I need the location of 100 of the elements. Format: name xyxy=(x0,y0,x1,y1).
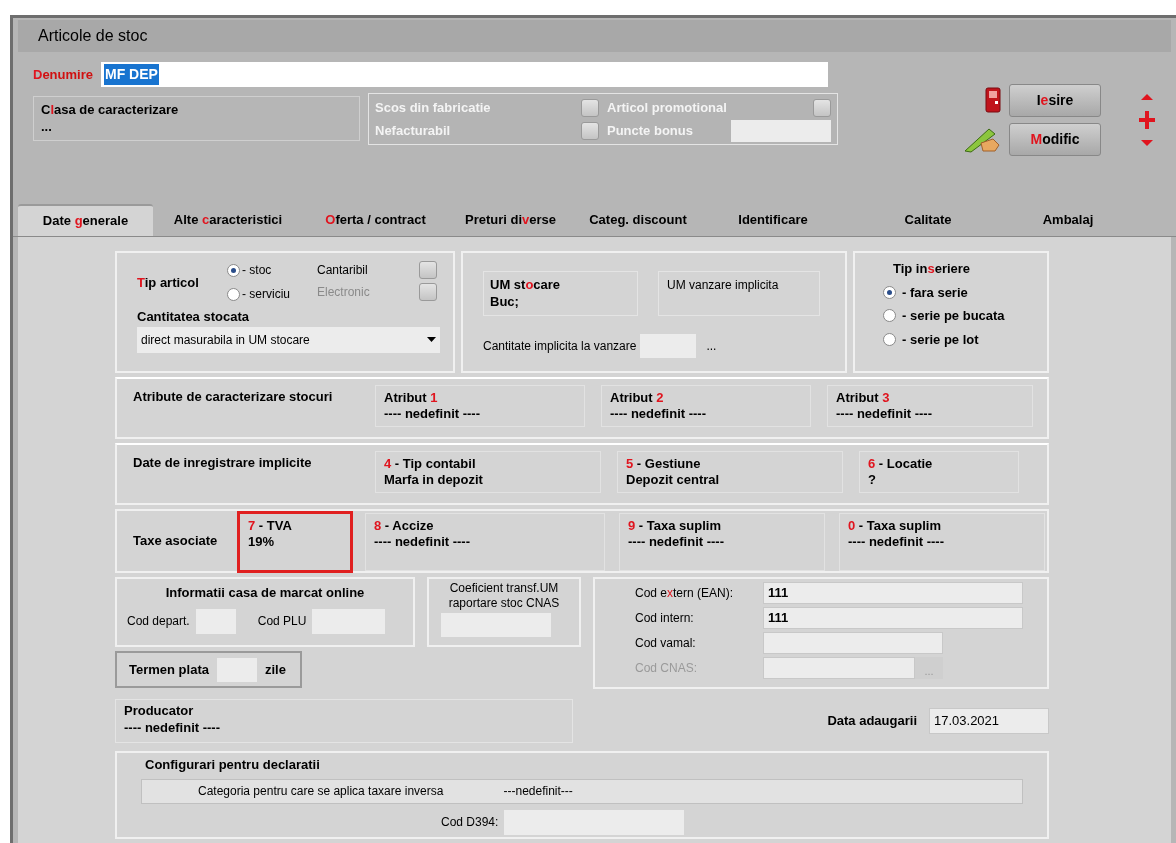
flag-label: Nefacturabil xyxy=(375,121,451,140)
info-value: Buc; xyxy=(490,293,520,310)
checkbox[interactable] xyxy=(813,98,831,117)
tab[interactable]: Date generale xyxy=(18,204,153,236)
coefficient-field[interactable] xyxy=(441,613,551,637)
info-box[interactable]: 7 - TVA 19% xyxy=(237,511,353,573)
days-field[interactable] xyxy=(216,657,257,682)
toolbar-button[interactable]: Modific xyxy=(1009,122,1101,156)
field-label: Termen plata xyxy=(129,660,209,679)
checkbox[interactable] xyxy=(581,98,599,117)
info-value: ---- nedefinit ---- xyxy=(374,534,472,550)
info-label: 0 - Taxa suplim xyxy=(848,518,942,534)
flag-label: Electronic xyxy=(317,284,370,301)
door-icon xyxy=(985,87,1001,113)
info-value: ? xyxy=(868,472,877,488)
quantity-field[interactable] xyxy=(640,334,697,358)
code-field[interactable] xyxy=(763,657,915,679)
code-field[interactable]: 111 xyxy=(763,582,1023,604)
d394-field[interactable] xyxy=(504,809,685,835)
info-label: Atribut 3 xyxy=(836,390,891,406)
option-label: - serie pe lot xyxy=(902,330,979,349)
option-label: - serie pe bucata xyxy=(902,307,1005,325)
info-value: 19% xyxy=(248,534,276,550)
category-value: ---nedefinit--- xyxy=(503,783,573,800)
info-value: ---- nedefinit ---- xyxy=(384,406,482,422)
field-label: Cantitate implicita la vanzare xyxy=(483,338,637,355)
code-field[interactable] xyxy=(195,608,236,634)
date-field[interactable]: 17.03.2021 xyxy=(929,708,1049,734)
radio-button[interactable] xyxy=(883,332,896,346)
checkbox[interactable] xyxy=(581,121,599,140)
more-button[interactable]: ... xyxy=(706,337,717,355)
info-box[interactable]: 6 - Locatie ? xyxy=(859,451,1019,493)
info-value: ---- nedefinit ---- xyxy=(628,534,726,550)
info-box[interactable]: 0 - Taxa suplim ---- nedefinit ---- xyxy=(839,513,1045,571)
name-field[interactable]: MF DEP xyxy=(100,62,828,87)
field-label: Cod CNAS: xyxy=(635,660,699,677)
unit-label: zile xyxy=(264,660,286,679)
code-field[interactable] xyxy=(312,608,386,634)
class-value: ... xyxy=(41,118,53,135)
flag-label: Articol promotional xyxy=(607,98,727,117)
info-label: 8 - Accize xyxy=(374,518,435,534)
flag-label: Puncte bonus xyxy=(607,121,693,140)
flag-label: Cantaribil xyxy=(317,262,368,279)
info-label: 6 - Locatie xyxy=(868,456,934,472)
section-label: Taxe asociate xyxy=(132,532,219,550)
info-value: Marfa in depozit xyxy=(384,472,484,488)
bonus-field[interactable] xyxy=(731,119,831,142)
field-label: Cod depart. xyxy=(127,613,190,630)
info-box[interactable]: Atribut 3 ---- nedefinit ---- xyxy=(827,385,1033,427)
info-box[interactable]: 4 - Tip contabil Marfa in depozit xyxy=(375,451,601,493)
radio-button[interactable] xyxy=(227,263,240,277)
type-label: Tip articol xyxy=(137,274,200,292)
quantity-label: Cantitatea stocata xyxy=(137,308,250,326)
code-field[interactable] xyxy=(763,632,943,654)
info-value: Depozit central xyxy=(626,472,721,488)
caret-icon xyxy=(427,337,436,342)
info-box[interactable]: 9 - Taxa suplim ---- nedefinit ---- xyxy=(619,513,825,571)
info-value: ---- nedefinit ---- xyxy=(124,719,222,736)
option-label: - serviciu xyxy=(242,286,290,303)
field-label: Cod extern (EAN): xyxy=(635,585,735,602)
info-value: ---- nedefinit ---- xyxy=(848,534,946,550)
info-box[interactable]: Atribut 2 ---- nedefinit ---- xyxy=(601,385,811,427)
info-label: 7 - TVA xyxy=(248,518,293,534)
section-label: Atribute de caracterizare stocuri xyxy=(132,388,334,406)
info-box[interactable]: 8 - Accize ---- nedefinit ---- xyxy=(365,513,605,571)
series-title: Tip inseriere xyxy=(892,260,972,278)
option-label: - fara serie xyxy=(902,283,968,302)
option-label: - stoc xyxy=(242,262,272,279)
info-label: Atribut 1 xyxy=(384,390,439,406)
field-label: Data adaugarii xyxy=(827,712,917,731)
info-label: Producator xyxy=(124,702,195,719)
radio-button[interactable] xyxy=(883,309,896,323)
info-label: Atribut 2 xyxy=(610,390,665,406)
info-box[interactable]: Atribut 1 ---- nedefinit ---- xyxy=(375,385,585,427)
section-label: Date de inregistrare implicite xyxy=(132,454,313,472)
checkbox[interactable] xyxy=(419,261,437,279)
class-label: Clasa de caracterizare xyxy=(41,101,180,118)
coefficient-label: Coeficient transf.UM raportare stoc CNAS xyxy=(447,581,561,611)
field-label: Cod PLU xyxy=(257,613,307,630)
name-label: Denumire xyxy=(33,65,93,84)
info-box: UM vanzare implicita xyxy=(658,271,820,316)
section-title: Informatii casa de marcat online xyxy=(164,584,366,602)
radio-button[interactable] xyxy=(227,287,240,301)
toolbar-button[interactable]: Iesire xyxy=(1009,83,1101,117)
section-title: Configurari pentru declaratii xyxy=(144,756,321,774)
code-field[interactable]: 111 xyxy=(763,607,1023,629)
navigation-arrows-icon xyxy=(1139,91,1155,148)
field-label: Cod vamal: xyxy=(635,635,697,652)
info-label: 9 - Taxa suplim xyxy=(628,518,722,534)
field-label: Cod D394: xyxy=(441,814,499,831)
field-label: Cod intern: xyxy=(635,610,695,627)
radio-button[interactable] xyxy=(883,285,896,299)
window-title: Articole de stoc xyxy=(18,20,1171,52)
info-value: ---- nedefinit ---- xyxy=(610,406,708,422)
quantity-dropdown[interactable]: direct masurabila in UM stocare xyxy=(137,326,440,353)
info-box[interactable]: 5 - Gestiune Depozit central xyxy=(617,451,843,493)
info-label: 4 - Tip contabil xyxy=(384,456,477,472)
flag-label: Scos din fabricatie xyxy=(375,98,491,117)
info-label: UM stocare xyxy=(490,276,562,293)
category-label: Categoria pentru care se aplica taxare inversa xyxy=(198,783,444,800)
